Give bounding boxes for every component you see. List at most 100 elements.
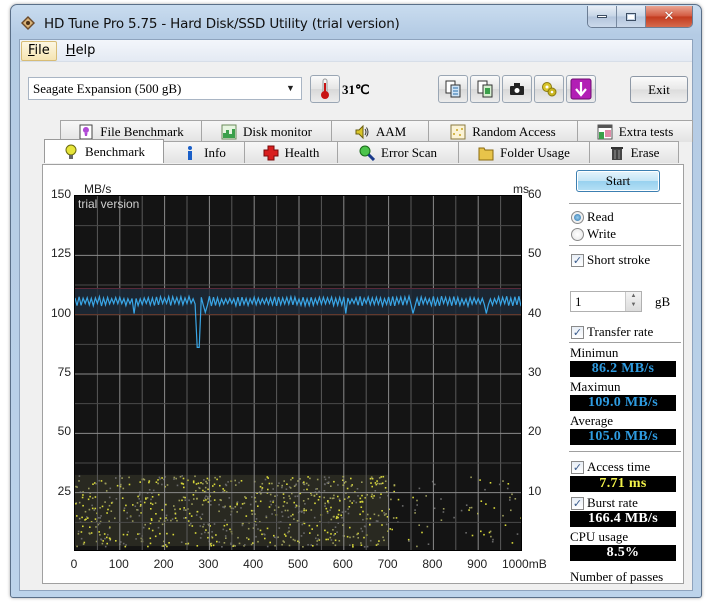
short-stroke-checkbox[interactable]: ✓ Short stroke — [571, 252, 650, 268]
access-time-point — [290, 478, 292, 481]
access-time-point — [426, 525, 429, 528]
access-time-point — [269, 541, 271, 544]
access-time-point — [369, 517, 372, 520]
tab-folder-usage[interactable]: Folder Usage — [458, 141, 590, 163]
tab-info[interactable]: Info — [163, 141, 245, 163]
left-axis-unit: MB/s — [84, 182, 112, 196]
options-button[interactable] — [534, 75, 564, 103]
access-time-point — [381, 524, 383, 526]
checkmark-icon[interactable]: ✓ — [571, 253, 584, 267]
access-time-point — [337, 513, 340, 516]
tab-health[interactable]: Health — [244, 141, 338, 163]
access-time-point — [334, 526, 337, 528]
maximize-button[interactable] — [617, 6, 646, 27]
access-time-point — [302, 500, 305, 502]
access-time-point — [352, 535, 355, 538]
read-radio[interactable]: Read — [571, 209, 614, 225]
access-time-point — [484, 488, 486, 491]
minimize-button[interactable] — [588, 6, 617, 27]
access-time-point — [166, 484, 169, 486]
access-time-checkbox[interactable]: ✓ Access time — [571, 459, 650, 475]
access-time-point — [150, 519, 153, 521]
access-time-point — [330, 485, 332, 487]
camera-button[interactable] — [502, 75, 532, 103]
access-time-point — [109, 538, 112, 540]
access-time-point — [146, 497, 149, 499]
tab-erase-label: Erase — [630, 144, 660, 160]
y-tick-left: 50 — [57, 424, 71, 439]
x-tick: 1000mB — [502, 557, 547, 571]
exit-button[interactable]: Exit — [630, 76, 688, 103]
access-time-point — [196, 545, 199, 547]
access-time-point — [371, 477, 374, 480]
menu-file[interactable]: File — [21, 40, 57, 61]
access-time-point — [251, 513, 253, 515]
copy-text-button[interactable] — [438, 75, 468, 103]
access-time-point — [401, 505, 404, 507]
access-time-point — [148, 480, 151, 482]
access-time-point — [333, 494, 335, 497]
burst-rate-checkbox[interactable]: ✓ Burst rate — [571, 495, 638, 511]
close-button[interactable]: ✕ — [646, 6, 692, 27]
save-button[interactable] — [566, 75, 596, 103]
checkmark-icon[interactable]: ✓ — [571, 496, 584, 510]
checkmark-icon[interactable]: ✓ — [571, 325, 584, 339]
access-time-point — [137, 533, 139, 535]
access-time-point — [282, 505, 285, 507]
access-time-point — [315, 537, 317, 540]
tab-extra-tests[interactable]: Extra tests — [577, 120, 693, 142]
tab-disk-monitor[interactable]: Disk monitor — [201, 120, 332, 142]
access-time-point — [488, 531, 491, 534]
y-tick-right: 30 — [528, 365, 542, 379]
tab-random-access[interactable]: Random Access — [428, 120, 578, 142]
access-time-point — [341, 516, 343, 519]
access-time-point — [188, 524, 191, 527]
access-time-point — [311, 528, 313, 530]
health-cross-icon — [263, 145, 279, 160]
access-time-point — [362, 518, 364, 521]
tab-erase[interactable]: Erase — [589, 141, 679, 163]
radio-write-indicator[interactable] — [571, 227, 584, 241]
access-time-point — [192, 480, 195, 482]
access-time-point — [377, 520, 379, 522]
drive-select[interactable]: Seagate Expansion (500 gB) ▼ — [28, 77, 302, 100]
access-time-point — [101, 542, 104, 545]
short-stroke-spinner[interactable]: 1 ▲ ▼ — [570, 291, 642, 312]
number-of-passes-label: Number of passes — [570, 569, 664, 584]
tab-benchmark[interactable]: Benchmark — [44, 139, 164, 163]
access-time-point — [148, 481, 150, 484]
access-time-point — [212, 485, 214, 487]
access-time-point — [272, 501, 274, 503]
temperature-button[interactable] — [310, 75, 340, 103]
access-time-point — [121, 477, 123, 479]
checkmark-icon[interactable]: ✓ — [571, 460, 584, 474]
chevron-down-icon[interactable]: ▼ — [284, 82, 297, 95]
start-button[interactable]: Start — [576, 170, 660, 192]
access-time-point — [166, 545, 168, 548]
access-time-point — [176, 519, 178, 522]
access-time-point — [307, 484, 310, 487]
access-time-point — [105, 490, 108, 492]
tab-row-front: Benchmark Info Health Error Scan Folder … — [44, 139, 679, 163]
tab-aam[interactable]: AAM — [331, 120, 429, 142]
transfer-rate-checkbox[interactable]: ✓ Transfer rate — [571, 324, 653, 340]
access-time-point — [213, 523, 216, 525]
access-time-point — [78, 517, 81, 520]
access-time-point — [380, 493, 382, 495]
menu-help[interactable]: Help — [59, 41, 103, 61]
access-time-point — [174, 512, 177, 515]
tab-error-scan[interactable]: Error Scan — [337, 141, 459, 163]
access-time-point — [323, 490, 326, 492]
access-time-point — [150, 502, 152, 505]
copy-screenshot-button[interactable] — [470, 75, 500, 103]
radio-read-indicator[interactable] — [571, 210, 584, 224]
access-time-point — [269, 493, 272, 496]
title-bar[interactable]: HD Tune Pro 5.75 - Hard Disk/SSD Utility… — [11, 5, 701, 39]
spinner-arrows[interactable]: ▲ ▼ — [625, 292, 641, 311]
access-time-point — [223, 524, 226, 527]
access-time-point — [283, 480, 285, 482]
access-time-point — [234, 506, 237, 508]
write-radio[interactable]: Write — [571, 226, 616, 242]
x-tick: 200 — [153, 557, 174, 571]
access-time-point — [281, 515, 284, 518]
